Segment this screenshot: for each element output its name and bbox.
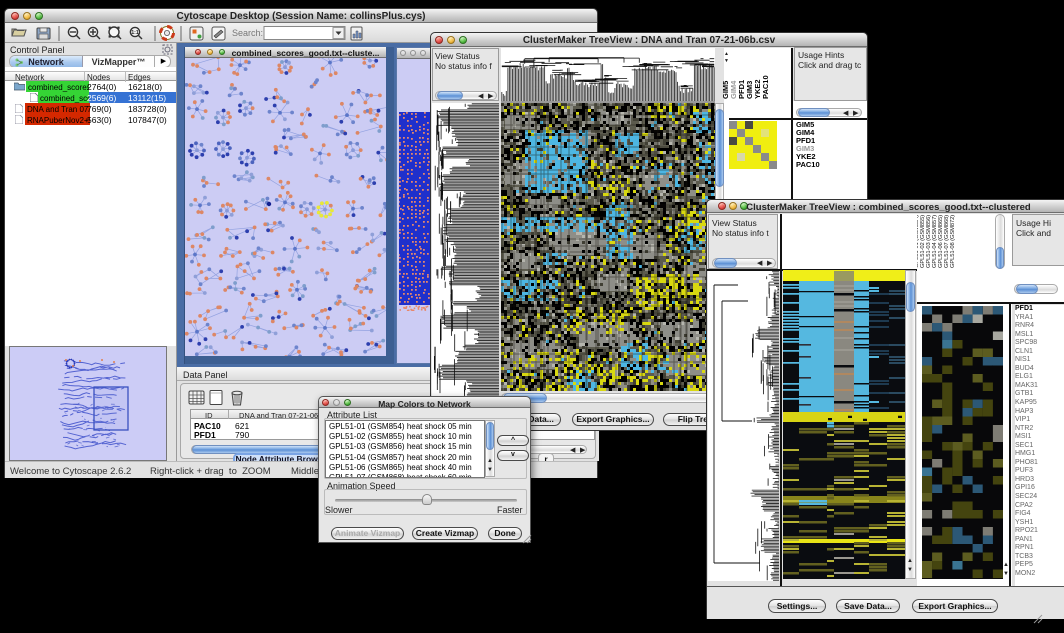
svg-text:Search:: Search: (232, 28, 263, 38)
svg-text:1:1: 1:1 (131, 30, 138, 36)
